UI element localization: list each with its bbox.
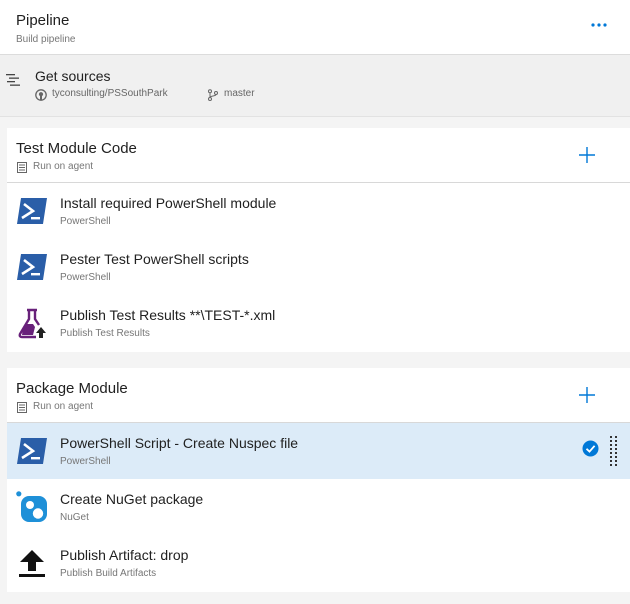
task-row[interactable]: Publish Artifact: drop Publish Build Art… [7,535,630,591]
agent-server-icon [17,162,27,173]
nuget-icon [16,491,47,522]
task-row[interactable]: Pester Test PowerShell scripts PowerShel… [7,239,630,295]
sources-list-icon [6,74,20,86]
drag-handle-icon[interactable] [610,436,618,466]
repo-name: tyconsulting/PSSouthPark [52,88,168,99]
get-sources-title: Get sources [35,68,111,84]
task-row[interactable]: Create NuGet package NuGet [7,479,630,535]
phase-title: Test Module Code [16,140,137,157]
phase-agent-label: Run on agent [33,401,94,412]
more-ellipsis-icon[interactable] [590,16,608,32]
pipeline-title: Pipeline [16,12,70,29]
enabled-check-icon[interactable] [582,440,599,457]
powershell-icon [17,254,47,280]
branch-icon [208,89,218,101]
powershell-icon [17,198,47,224]
task-type: Publish Test Results [60,328,150,339]
phase-agent-label: Run on agent [33,161,94,172]
branch-name: master [224,88,255,99]
task-name: Create NuGet package [60,491,204,507]
task-type: Publish Build Artifacts [60,568,157,579]
task-name: PowerShell Script - Create Nuspec file [60,435,299,451]
task-type: PowerShell [60,456,111,467]
add-task-plus-icon[interactable] [577,145,597,165]
pipeline-header[interactable]: Pipeline Build pipeline [0,0,630,55]
add-task-plus-icon[interactable] [577,385,597,405]
task-row-selected[interactable]: PowerShell Script - Create Nuspec file P… [7,423,630,479]
task-type: PowerShell [60,272,111,283]
phase-title: Package Module [16,380,128,397]
phase-test-module-code: Test Module Code Run on agent Install re… [7,128,630,352]
task-name: Pester Test PowerShell scripts [60,251,249,267]
task-type: NuGet [60,512,89,523]
phase-package-module: Package Module Run on agent PowerShell S… [7,368,630,592]
task-name: Publish Test Results **\TEST-*.xml [60,307,276,323]
task-row[interactable]: Install required PowerShell module Power… [7,183,630,239]
get-sources-row[interactable]: Get sources tyconsulting/PSSouthPark mas… [0,55,630,117]
task-type: PowerShell [60,216,111,227]
phase-header[interactable]: Package Module Run on agent [7,368,630,423]
agent-server-icon [17,402,27,413]
task-name: Publish Artifact: drop [60,547,189,563]
flask-upload-icon [18,308,46,339]
task-row[interactable]: Publish Test Results **\TEST-*.xml Publi… [7,295,630,351]
upload-arrow-icon [19,550,45,577]
powershell-icon [17,438,47,464]
pipeline-subtitle: Build pipeline [16,34,76,45]
task-name: Install required PowerShell module [60,195,277,211]
github-icon [35,89,47,101]
phase-header[interactable]: Test Module Code Run on agent [7,128,630,183]
